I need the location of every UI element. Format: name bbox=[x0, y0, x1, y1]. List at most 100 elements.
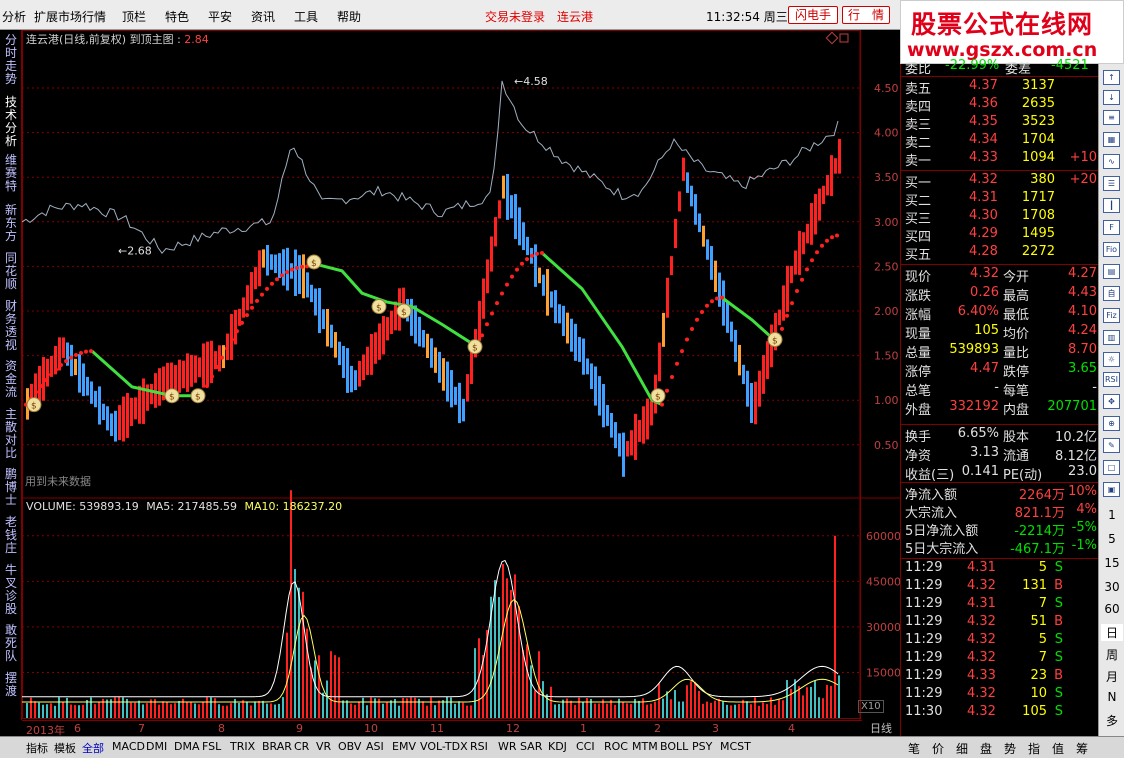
indicator-tab[interactable]: KDJ bbox=[548, 740, 567, 753]
indicator-tab[interactable]: EMV bbox=[392, 740, 416, 753]
indicator-tab[interactable]: MTM bbox=[632, 740, 658, 753]
indicator-tab[interactable]: CR bbox=[294, 740, 309, 753]
period-day[interactable]: 日 bbox=[1101, 624, 1123, 641]
menu-help[interactable]: 帮助 bbox=[337, 8, 361, 25]
period-60min[interactable]: 60 bbox=[1101, 602, 1123, 616]
indicator-tab[interactable]: PSY bbox=[692, 740, 712, 753]
up-arrow-icon[interactable]: ↑ bbox=[1103, 70, 1120, 85]
square-icon[interactable]: □ bbox=[1103, 460, 1120, 475]
menu-analysis[interactable]: 分析 bbox=[2, 8, 26, 25]
chart-area[interactable]: 4.50 4.00 3.50 3.00 2.50 2.00 1.50 1.00 0.50 6000… bbox=[21, 30, 901, 720]
ltab-compare[interactable]: 主散对比 bbox=[2, 408, 20, 460]
line-chart-icon[interactable]: ∿ bbox=[1103, 154, 1120, 169]
fix-icon[interactable]: Fiz bbox=[1103, 308, 1120, 323]
ltab-xindongfang[interactable]: 新东方 bbox=[2, 204, 20, 243]
indicator-tab[interactable]: DMA bbox=[174, 740, 200, 753]
menu-extended-market[interactable]: 扩展市场行情 bbox=[34, 8, 106, 25]
indicator-tab[interactable]: TRIX bbox=[230, 740, 255, 753]
move-icon[interactable]: ⊕ bbox=[1103, 416, 1120, 431]
period-daily-button[interactable]: 日线 bbox=[862, 720, 900, 736]
indicator-tab[interactable]: ROC bbox=[604, 740, 628, 753]
indicator-tab[interactable]: VR bbox=[316, 740, 331, 753]
candle-bar bbox=[362, 354, 365, 381]
fio-icon[interactable]: Fio bbox=[1103, 242, 1120, 257]
period-month[interactable]: 月 bbox=[1101, 668, 1123, 685]
indicator-tab[interactable]: 指标 bbox=[26, 740, 48, 756]
page-icon[interactable]: ▣ bbox=[1103, 482, 1120, 497]
panel-tab[interactable]: 细 bbox=[956, 740, 968, 757]
period-1min[interactable]: 1 bbox=[1101, 508, 1123, 522]
ltab-tonghuashun[interactable]: 同花顺 bbox=[2, 252, 20, 291]
menu-pingan[interactable]: 平安 bbox=[208, 8, 232, 25]
kline-icon[interactable]: ┃ bbox=[1103, 198, 1120, 213]
document-icon[interactable]: ▤ bbox=[1103, 264, 1120, 279]
rsi-icon[interactable]: RSI bbox=[1103, 372, 1120, 387]
volume-bar bbox=[26, 703, 28, 718]
indicator-tab[interactable]: OBV bbox=[338, 740, 361, 753]
panel-tab[interactable]: 价 bbox=[932, 740, 944, 757]
indicator-tab[interactable]: BRAR bbox=[262, 740, 292, 753]
ltab-capital-flow[interactable]: 资金流 bbox=[2, 360, 20, 399]
ltab-weisaite[interactable]: 维赛特 bbox=[2, 154, 20, 193]
panel-tab[interactable]: 势 bbox=[1004, 740, 1016, 757]
ltab-technical[interactable]: 技术分析 bbox=[2, 96, 20, 148]
period-5min[interactable]: 5 bbox=[1101, 532, 1123, 546]
indicator-tab[interactable]: 全部 bbox=[82, 740, 104, 756]
ltab-ferry[interactable]: 摆渡 bbox=[2, 672, 20, 698]
tick-row: 11:29 4.32 5 S bbox=[901, 632, 1099, 650]
indicator-tab[interactable]: RSI bbox=[470, 740, 488, 753]
menu-features[interactable]: 特色 bbox=[165, 8, 189, 25]
sun-icon[interactable]: ☼ bbox=[1103, 352, 1120, 367]
candle-bar bbox=[74, 358, 77, 376]
indicator-tab[interactable]: FSL bbox=[202, 740, 221, 753]
indicator-tab[interactable]: 模板 bbox=[54, 740, 76, 756]
menu-news[interactable]: 资讯 bbox=[251, 8, 275, 25]
volume-bar bbox=[498, 597, 500, 718]
ltab-pengboshi[interactable]: 鹏博士 bbox=[2, 468, 20, 507]
panel-tab[interactable]: 指 bbox=[1028, 740, 1040, 757]
menu-tools[interactable]: 工具 bbox=[294, 8, 318, 25]
bar-chart-icon[interactable]: ▥ bbox=[1103, 330, 1120, 345]
indicator-tab[interactable]: MCST bbox=[720, 740, 751, 753]
ltab-finance[interactable]: 财务透视 bbox=[2, 300, 20, 352]
ltab-time-share[interactable]: 分时走势 bbox=[2, 34, 20, 86]
report-icon[interactable]: ≡ bbox=[1103, 110, 1120, 125]
period-30min[interactable]: 30 bbox=[1101, 580, 1123, 594]
arrows-icon[interactable]: ✥ bbox=[1103, 394, 1120, 409]
indicator-tab[interactable]: CCI bbox=[576, 740, 595, 753]
indicator-tab[interactable]: BOLL bbox=[660, 740, 688, 753]
period-n[interactable]: N bbox=[1101, 690, 1123, 704]
sar-dot bbox=[815, 250, 819, 255]
grid-icon[interactable]: ▦ bbox=[1103, 132, 1120, 147]
panel-tab[interactable]: 筹 bbox=[1076, 740, 1088, 757]
panel-tab[interactable]: 笔 bbox=[908, 740, 920, 757]
flash-trade-button[interactable]: 闪电手 bbox=[788, 6, 838, 24]
fundamental-row: 换手 6.65% 股本 10.2亿 bbox=[901, 426, 1099, 445]
f10-icon[interactable]: F bbox=[1103, 220, 1120, 235]
panel-tab[interactable]: 盘 bbox=[980, 740, 992, 757]
period-15min[interactable]: 15 bbox=[1101, 556, 1123, 570]
period-multi[interactable]: 多 bbox=[1101, 712, 1123, 729]
indicator-tab[interactable]: SAR bbox=[520, 740, 542, 753]
indicator-tab[interactable]: ASI bbox=[366, 740, 384, 753]
indicator-tab[interactable]: DMI bbox=[146, 740, 167, 753]
volume-tick-label: 60000 bbox=[866, 530, 900, 543]
eraser-icon[interactable]: ✎ bbox=[1103, 438, 1120, 453]
bookmark-icon[interactable]: 自 bbox=[1103, 286, 1120, 301]
volume-bar bbox=[494, 580, 496, 718]
menu-topbar[interactable]: 顶栏 bbox=[122, 8, 146, 25]
kline-chart-svg[interactable]: 4.50 4.00 3.50 3.00 2.50 2.00 1.50 1.00 0.50 6000… bbox=[21, 30, 901, 720]
indicator-tab[interactable]: VOL-TDX bbox=[420, 740, 468, 753]
down-arrow-icon[interactable]: ↓ bbox=[1103, 90, 1120, 105]
indicator-tab[interactable]: MACD bbox=[112, 740, 145, 753]
trade-login-status[interactable]: 交易未登录 bbox=[485, 8, 545, 25]
ltab-diagnosis[interactable]: 牛叉诊股 bbox=[2, 564, 20, 616]
ltab-laoqianzhuang[interactable]: 老钱庄 bbox=[2, 516, 20, 555]
quote-button[interactable]: 行 情 bbox=[842, 6, 890, 24]
panel-tab[interactable]: 值 bbox=[1052, 740, 1064, 757]
indicator-tab[interactable]: WR bbox=[498, 740, 517, 753]
period-week[interactable]: 周 bbox=[1101, 646, 1123, 663]
tick-side: S bbox=[1054, 650, 1063, 665]
list-icon[interactable]: ☰ bbox=[1103, 176, 1120, 191]
ltab-dare-to-die[interactable]: 敢死队 bbox=[2, 624, 20, 663]
